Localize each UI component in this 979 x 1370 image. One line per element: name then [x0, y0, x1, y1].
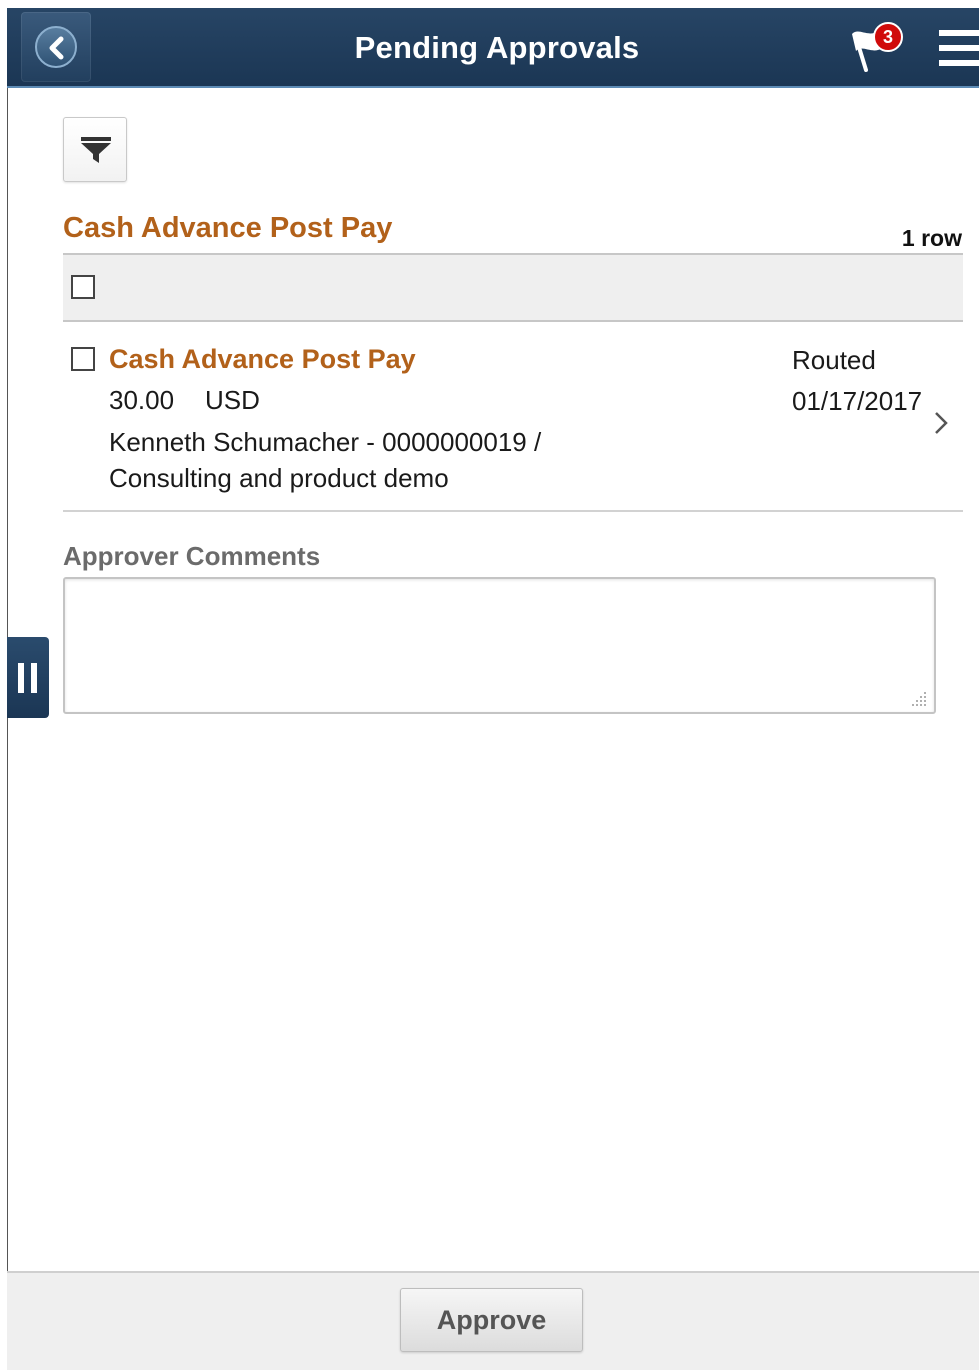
item-amount: 30.00 — [109, 385, 175, 415]
list-item[interactable]: Cash Advance Post Pay 30.00 USD Kenneth … — [63, 322, 963, 512]
approver-comments-label: Approver Comments — [63, 541, 321, 571]
approver-comments-input[interactable] — [63, 577, 936, 714]
pause-icon — [18, 663, 24, 693]
resize-grip-icon[interactable] — [910, 690, 928, 708]
notification-badge: 3 — [873, 22, 903, 52]
item-date: 01/17/2017 — [792, 386, 923, 416]
item-status: Routed — [792, 345, 876, 375]
filter-icon — [81, 137, 111, 163]
menu-button[interactable] — [939, 30, 979, 70]
footer-bar: Approve — [7, 1271, 979, 1370]
chevron-right-icon[interactable] — [933, 410, 949, 436]
back-button[interactable] — [21, 12, 91, 82]
item-currency: USD — [205, 385, 260, 415]
approve-button[interactable]: Approve — [400, 1288, 583, 1352]
notifications-button[interactable]: 3 — [845, 22, 909, 78]
back-icon — [35, 26, 77, 68]
side-panel-toggle[interactable] — [7, 637, 49, 718]
filter-button[interactable] — [63, 117, 127, 182]
item-description-continued: Consulting and product demo — [109, 463, 449, 493]
item-title: Cash Advance Post Pay — [109, 344, 416, 374]
row-count: 1 row — [901, 225, 962, 251]
section-title: Cash Advance Post Pay — [63, 212, 393, 244]
item-checkbox[interactable] — [71, 347, 95, 371]
item-description: Kenneth Schumacher - 0000000019 / — [109, 427, 542, 457]
header-bar: Pending Approvals 3 — [7, 8, 979, 88]
select-all-checkbox[interactable] — [71, 275, 95, 299]
select-all-bar — [63, 253, 963, 322]
hamburger-icon — [939, 30, 979, 36]
page-title: Pending Approvals — [354, 30, 640, 65]
